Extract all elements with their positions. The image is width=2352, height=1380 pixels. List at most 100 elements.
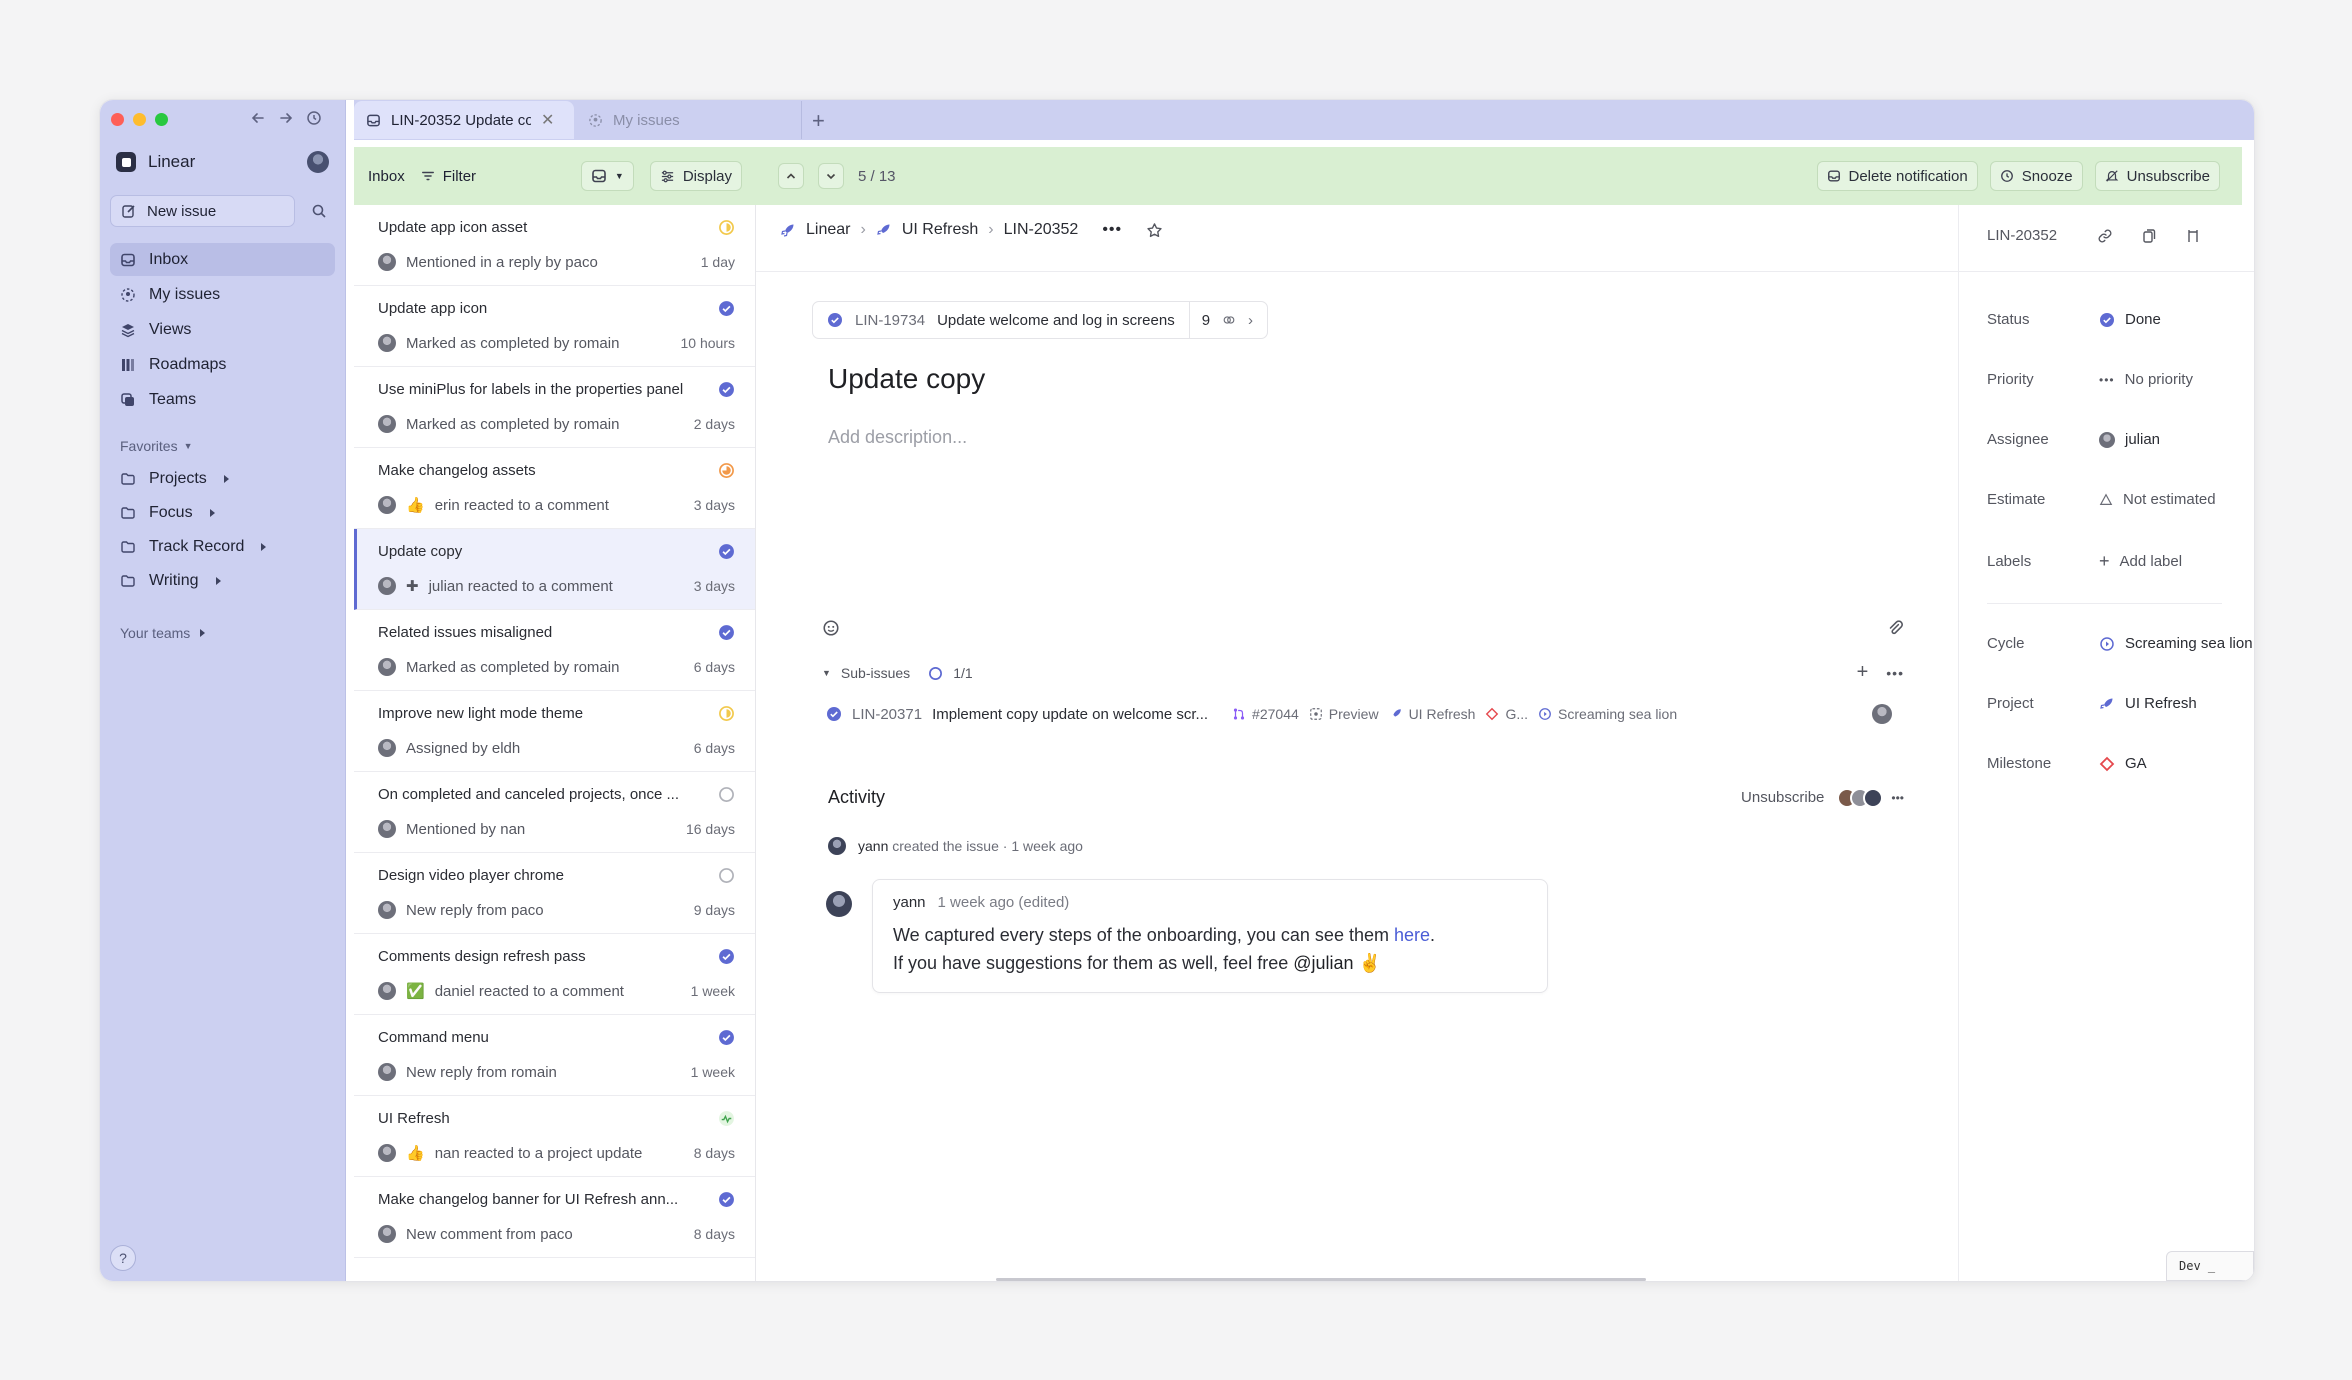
- favorite-label: Writing: [149, 572, 199, 589]
- comment-mention[interactable]: @julian: [1293, 953, 1353, 973]
- sidebar-item-roadmaps[interactable]: Roadmaps: [110, 348, 335, 381]
- inbox-item[interactable]: Make changelog banner for UI Refresh ann…: [354, 1177, 755, 1258]
- no-priority-icon: •••: [2099, 372, 2115, 387]
- inbox-item[interactable]: Related issues misaligned Marked as compl…: [354, 610, 755, 691]
- horizontal-scrollbar[interactable]: [996, 1278, 1646, 1281]
- inbox-item-title: On completed and canceled projects, once…: [378, 786, 680, 803]
- inbox-item[interactable]: Comments design refresh pass ✅ daniel reac…: [354, 934, 755, 1015]
- close-window-button[interactable]: [111, 113, 124, 126]
- property-status[interactable]: Status Done: [1987, 311, 2161, 328]
- inbox-options-button[interactable]: ▼: [580, 161, 634, 191]
- comment-link[interactable]: here: [1394, 925, 1430, 945]
- activity-more-icon[interactable]: •••: [1891, 791, 1904, 805]
- inbox-item-subtitle: daniel reacted to a comment: [434, 982, 624, 1000]
- property-project[interactable]: Project UI Refresh: [1987, 695, 2197, 712]
- activity-unsubscribe-button[interactable]: Unsubscribe: [1741, 789, 1824, 806]
- tab-label: LIN-20352 Update copy: [391, 111, 531, 129]
- property-label: Labels: [1987, 553, 2032, 570]
- inbox-item[interactable]: Make changelog assets 👍 erin reacted to a …: [354, 448, 755, 529]
- sub-issue-project[interactable]: UI Refresh: [1389, 706, 1475, 722]
- inbox-item-subtitle: Mentioned in a reply by paco: [406, 253, 598, 271]
- history-icon[interactable]: [306, 110, 322, 126]
- property-value: Done: [2125, 311, 2161, 328]
- new-issue-button[interactable]: New issue: [110, 195, 295, 227]
- favorite-item-track-record[interactable]: Track Record: [110, 531, 335, 563]
- favorite-item-focus[interactable]: Focus: [110, 497, 335, 529]
- inbox-item[interactable]: Command menu New reply from romain 1 week: [354, 1015, 755, 1096]
- subscribers-avatars[interactable]: [1837, 787, 1884, 808]
- add-sub-issue-button[interactable]: +: [1857, 662, 1869, 682]
- favorite-item-writing[interactable]: Writing: [110, 565, 335, 597]
- issue-description-input[interactable]: Add description...: [828, 427, 967, 448]
- inbox-delete-icon: [1827, 170, 1840, 182]
- property-estimate[interactable]: Estimate Not estimated: [1987, 491, 2216, 508]
- inbox-item[interactable]: Update app icon Marked as completed by ro…: [354, 286, 755, 367]
- favorite-item-projects[interactable]: Projects: [110, 463, 335, 495]
- inbox-item[interactable]: Update copy ✚ julian reacted to a comment 3…: [354, 529, 755, 610]
- favorites-header[interactable]: Favorites ▼: [120, 438, 193, 454]
- property-milestone[interactable]: Milestone GA: [1987, 755, 2147, 772]
- property-assignee[interactable]: Assignee julian: [1987, 431, 2160, 448]
- maximize-window-button[interactable]: [155, 113, 168, 126]
- new-tab-button[interactable]: +: [812, 108, 825, 134]
- search-button[interactable]: [303, 195, 335, 227]
- forward-arrow-icon[interactable]: [278, 110, 294, 126]
- property-cycle[interactable]: Cycle Screaming sea lion: [1987, 635, 2253, 652]
- tab-my-issues[interactable]: My issues: [576, 101, 802, 139]
- inbox-item[interactable]: UI Refresh 👍 nan reacted to a project upda…: [354, 1096, 755, 1177]
- inbox-item[interactable]: On completed and canceled projects, once…: [354, 772, 755, 853]
- next-notification-button[interactable]: [818, 163, 844, 189]
- done-status-icon: [2100, 312, 2114, 327]
- property-label: Status: [1987, 311, 2030, 328]
- sub-issue-assignee-avatar[interactable]: [1872, 704, 1892, 724]
- delete-notification-button[interactable]: Delete notification: [1816, 161, 1978, 191]
- preview-chip[interactable]: Preview: [1309, 706, 1379, 722]
- copy-id-icon[interactable]: [2141, 228, 2157, 244]
- dev-toolbar-badge[interactable]: Dev _: [2166, 1251, 2254, 1281]
- sub-issue-milestone[interactable]: G...: [1485, 706, 1528, 722]
- sidebar-item-views[interactable]: Views: [110, 313, 335, 346]
- minimize-window-button[interactable]: [133, 113, 146, 126]
- issue-title[interactable]: Update copy: [828, 363, 985, 395]
- display-button[interactable]: Display: [649, 161, 742, 191]
- pull-request-chip[interactable]: #27044: [1232, 706, 1299, 722]
- user-avatar[interactable]: [307, 151, 329, 173]
- reaction-emoji: 👍: [406, 1145, 425, 1162]
- unsubscribe-button[interactable]: Unsubscribe: [2094, 161, 2220, 191]
- tab-issue[interactable]: LIN-20352 Update copy ✕: [354, 101, 574, 139]
- more-options-icon[interactable]: •••: [1102, 221, 1122, 239]
- help-button[interactable]: ?: [110, 1245, 136, 1271]
- inbox-item[interactable]: Use miniPlus for labels in the propertie…: [354, 367, 755, 448]
- property-priority[interactable]: Priority ••• No priority: [1987, 371, 2193, 388]
- inbox-item-time: 16 days: [685, 821, 735, 837]
- sidebar-item-inbox[interactable]: Inbox: [110, 243, 335, 276]
- sub-issues-header[interactable]: ▼ Sub-issues 1/1 + •••: [822, 662, 1904, 682]
- comment[interactable]: yann 1 week ago (edited) We captured eve…: [872, 879, 1548, 993]
- git-branch-icon[interactable]: [2185, 228, 2201, 244]
- link-icon[interactable]: [2097, 228, 2113, 244]
- breadcrumb-issue[interactable]: LIN-20352: [1004, 221, 1079, 239]
- property-labels[interactable]: Labels + Add label: [1987, 551, 2182, 572]
- close-tab-icon[interactable]: ✕: [541, 110, 554, 130]
- issue-id[interactable]: LIN-20352: [1987, 227, 2057, 244]
- sub-issue-row[interactable]: LIN-20371 Implement copy update on welco…: [814, 697, 1904, 731]
- your-teams-header[interactable]: Your teams: [120, 625, 206, 641]
- sidebar-item-teams[interactable]: Teams: [110, 383, 335, 416]
- inbox-item[interactable]: Improve new light mode theme Assigned by …: [354, 691, 755, 772]
- breadcrumb-project[interactable]: UI Refresh: [902, 221, 978, 239]
- add-reaction-icon[interactable]: [822, 619, 840, 637]
- sub-issue-cycle[interactable]: Screaming sea lion: [1538, 706, 1677, 722]
- filter-button[interactable]: Filter: [421, 168, 476, 185]
- attachment-icon[interactable]: [1886, 619, 1904, 637]
- breadcrumb-workspace[interactable]: Linear: [806, 221, 850, 239]
- inbox-item[interactable]: Design video player chrome New reply from…: [354, 853, 755, 934]
- previous-notification-button[interactable]: [778, 163, 804, 189]
- inbox-item[interactable]: Update app icon asset Mentioned in a repl…: [354, 205, 755, 286]
- star-icon[interactable]: [1146, 222, 1163, 239]
- parent-issue-link[interactable]: LIN-19734 Update welcome and log in scre…: [812, 301, 1269, 339]
- snooze-button[interactable]: Snooze: [1989, 161, 2083, 191]
- back-arrow-icon[interactable]: [250, 110, 266, 126]
- sidebar-item-my-issues[interactable]: My issues: [110, 278, 335, 311]
- sub-issues-more-icon[interactable]: •••: [1886, 665, 1904, 681]
- workspace-switcher[interactable]: Linear: [116, 149, 329, 175]
